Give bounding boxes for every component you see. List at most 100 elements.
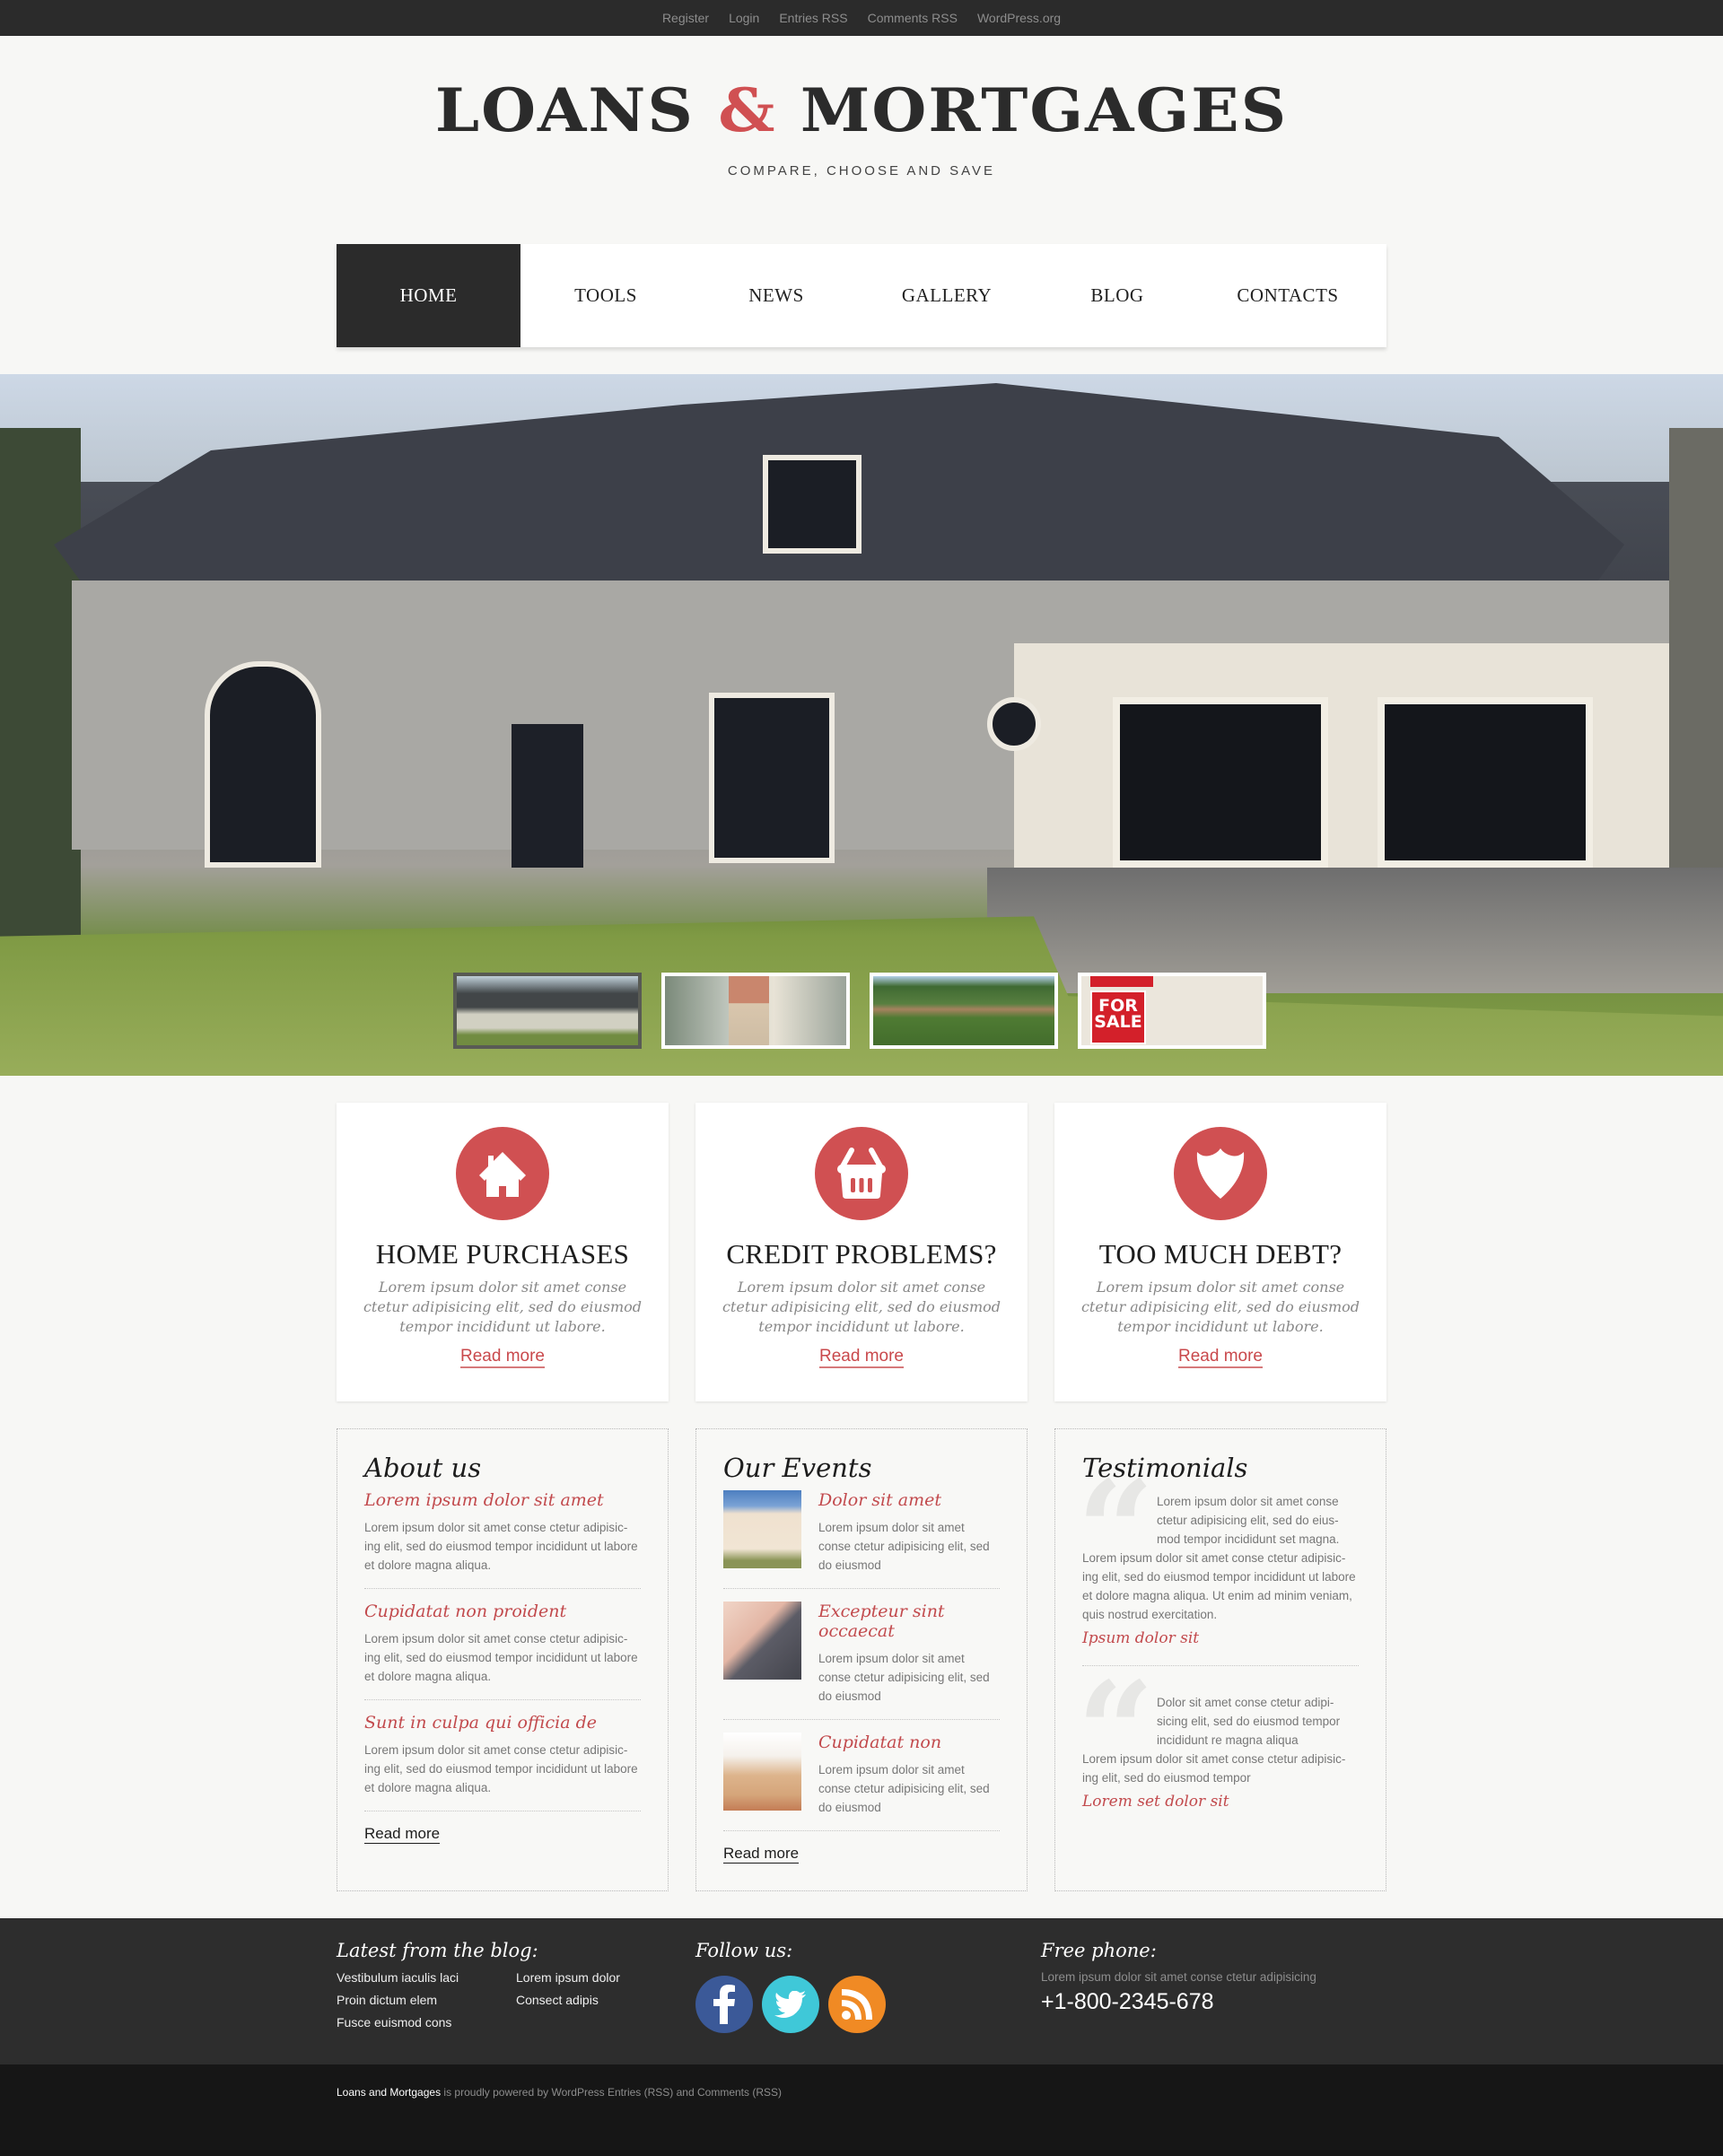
top-bar: Register Login Entries RSS Comments RSS …: [0, 0, 1723, 36]
hero-garage-door: [1113, 697, 1328, 868]
list-item: Cupidatat non Lorem ipsum dolor sit amet…: [723, 1720, 1000, 1831]
feature-credit-problems: CREDIT PROBLEMS? Lorem ipsum dolor sit a…: [695, 1103, 1028, 1401]
thumbnail-for-sale[interactable]: FOR SALE: [1078, 973, 1266, 1049]
wordpress-link[interactable]: WordPress.org: [977, 11, 1061, 25]
hero-window: [987, 697, 1041, 751]
thumbnail-house-trees[interactable]: [870, 973, 1058, 1049]
basket-icon: [815, 1127, 908, 1220]
list-item: Lorem ipsum dolor sit amet Lorem ipsum d…: [364, 1483, 641, 1589]
twitter-button[interactable]: [762, 1975, 819, 2033]
list-item: Dolor sit amet Lorem ipsum dolor sit ame…: [723, 1483, 1000, 1589]
entry-text: Lorem ipsum dolor sit amet conse ctetur …: [818, 1521, 990, 1572]
nav-blog[interactable]: BLOG: [1032, 244, 1203, 347]
nav-contacts[interactable]: CONTACTS: [1203, 244, 1373, 347]
entry-text: Lorem ipsum dolor sit amet conse ctetur …: [818, 1652, 990, 1703]
entry-text: Lorem ipsum dolor sit amet conse ctetur …: [818, 1763, 990, 1814]
hero-garage-door: [1378, 697, 1593, 868]
brand-link[interactable]: Loans and Mortgages: [337, 2086, 441, 2099]
entry-title[interactable]: Excepteur sint occaecat: [818, 1602, 1000, 1641]
feature-text: Lorem ipsum dolor sit amet conse ctetur …: [722, 1279, 1001, 1335]
site-footer: Latest from the blog: Vestibulum iaculis…: [0, 1917, 1723, 2064]
feature-home-purchases: HOME PURCHASES Lorem ipsum dolor sit ame…: [337, 1103, 669, 1401]
nav-gallery[interactable]: GALLERY: [862, 244, 1032, 347]
blog-link[interactable]: Vestibulum iaculis laci: [337, 1970, 516, 1985]
site-logo[interactable]: LOANS & MORTGAGES: [0, 80, 1723, 141]
read-more-link[interactable]: Read more: [460, 1347, 545, 1368]
phone-number[interactable]: +1-800-2345-678: [1041, 1989, 1386, 2015]
footer-phone-title: Free phone:: [1041, 1939, 1157, 1961]
entry-title[interactable]: Dolor sit amet: [818, 1490, 1000, 1510]
read-more-link[interactable]: Read more: [1178, 1347, 1263, 1368]
footer-phone: Free phone: Lorem ipsum dolor sit amet c…: [1041, 1940, 1386, 2033]
entry-text: Lorem ipsum dolor sit amet conse ctetur …: [364, 1521, 638, 1572]
site-tagline: COMPARE, CHOOSE AND SAVE: [727, 163, 996, 179]
entry-title[interactable]: Sunt in culpa qui officia de: [364, 1713, 641, 1733]
testimonial-text: Dolor sit amet conse ctetur adipi-sicing…: [1082, 1693, 1359, 1787]
testimonial-author: Ipsum dolor sit: [1082, 1629, 1200, 1647]
entry-title[interactable]: Cupidatat non: [818, 1733, 1000, 1752]
powered-by-text: is proudly powered by WordPress Entries …: [441, 2085, 783, 2099]
blog-link[interactable]: Fusce euismod cons: [337, 2015, 516, 2029]
testimonial-text: Lorem ipsum dolor sit amet conse ctetur …: [1082, 1492, 1359, 1624]
feature-title: TOO MUCH DEBT?: [1098, 1238, 1343, 1270]
facebook-button[interactable]: [695, 1975, 753, 2033]
for-sale-sign: FOR SALE: [1090, 991, 1146, 1044]
thumbnail-house-exterior[interactable]: [453, 973, 642, 1049]
hero-slider: FOR SALE: [0, 374, 1723, 1076]
bottom-bar: Loans and Mortgages is proudly powered b…: [0, 2064, 1723, 2156]
blog-link[interactable]: Consect adipis: [516, 1993, 695, 2007]
register-link[interactable]: Register: [662, 11, 709, 25]
feature-text: Lorem ipsum dolor sit amet conse ctetur …: [1080, 1279, 1360, 1335]
comments-rss-link[interactable]: Comments RSS: [868, 11, 958, 25]
rss-icon: [842, 1988, 872, 2020]
section-title: About us: [364, 1453, 482, 1483]
nav-news[interactable]: NEWS: [691, 244, 862, 347]
logo-text-loans: LOANS: [434, 74, 719, 145]
section-title: Our Events: [723, 1453, 872, 1483]
testimonials-section: Testimonials “ Lorem ipsum dolor sit ame…: [1054, 1428, 1386, 1891]
list-item: Excepteur sint occaecat Lorem ipsum dolo…: [723, 1589, 1000, 1720]
about-read-more-link[interactable]: Read more: [364, 1825, 441, 1844]
event-image[interactable]: [723, 1602, 801, 1680]
entry-title[interactable]: Lorem ipsum dolor sit amet: [364, 1490, 641, 1510]
nav-home[interactable]: HOME: [337, 244, 520, 347]
footer-blog-title: Latest from the blog:: [337, 1939, 538, 1961]
events-read-more-link[interactable]: Read more: [723, 1845, 800, 1864]
feature-boxes: HOME PURCHASES Lorem ipsum dolor sit ame…: [337, 1103, 1386, 1401]
rss-button[interactable]: [828, 1975, 886, 2033]
entries-rss-link[interactable]: Entries RSS: [779, 11, 847, 25]
hero-window: [709, 693, 835, 863]
event-image[interactable]: [723, 1733, 801, 1811]
blog-link[interactable]: Proin dictum elem: [337, 1993, 516, 2007]
site-header: LOANS & MORTGAGES COMPARE, CHOOSE AND SA…: [0, 36, 1723, 208]
footer-follow: Follow us:: [695, 1940, 1041, 2033]
thumbnail-keys[interactable]: [661, 973, 850, 1049]
testimonial: “ Lorem ipsum dolor sit amet conse ctetu…: [1077, 1463, 1359, 1666]
login-link[interactable]: Login: [729, 11, 759, 25]
blog-link[interactable]: Lorem ipsum dolor: [516, 1970, 695, 1985]
testimonial-body: Lorem ipsum dolor sit amet conse ctetur …: [1082, 1551, 1356, 1621]
testimonial-lead: Dolor sit amet conse ctetur adipi-sicing…: [1157, 1696, 1341, 1747]
events-section: Our Events Dolor sit amet Lorem ipsum do…: [695, 1428, 1028, 1891]
logo-ampersand: &: [718, 74, 777, 145]
feature-title: CREDIT PROBLEMS?: [726, 1238, 997, 1270]
copyright: Loans and Mortgages is proudly powered b…: [337, 2064, 1386, 2099]
slider-thumbnails: FOR SALE: [453, 973, 1266, 1049]
logo-text-mortgages: MORTGAGES: [776, 74, 1289, 145]
footer-follow-title: Follow us:: [695, 1939, 793, 1961]
blog-links: Vestibulum iaculis laci Lorem ipsum dolo…: [337, 1970, 695, 2029]
event-image[interactable]: [723, 1490, 801, 1568]
nav-tools[interactable]: TOOLS: [520, 244, 691, 347]
testimonial-body: Lorem ipsum dolor sit amet conse ctetur …: [1082, 1752, 1346, 1785]
social-links: [695, 1975, 1041, 2033]
entry-title[interactable]: Cupidatat non proident: [364, 1602, 641, 1621]
feature-too-much-debt: TOO MUCH DEBT? Lorem ipsum dolor sit ame…: [1054, 1103, 1386, 1401]
testimonial-lead: Lorem ipsum dolor sit amet conse ctetur …: [1157, 1495, 1340, 1546]
hero-front-door: [512, 724, 583, 868]
content-columns: About us Lorem ipsum dolor sit amet Lore…: [337, 1428, 1386, 1891]
read-more-link[interactable]: Read more: [819, 1347, 904, 1368]
twitter-icon: [774, 1990, 806, 2018]
entry-text: Lorem ipsum dolor sit amet conse ctetur …: [364, 1743, 638, 1794]
house-icon: [456, 1127, 549, 1220]
entry-text: Lorem ipsum dolor sit amet conse ctetur …: [364, 1632, 638, 1683]
